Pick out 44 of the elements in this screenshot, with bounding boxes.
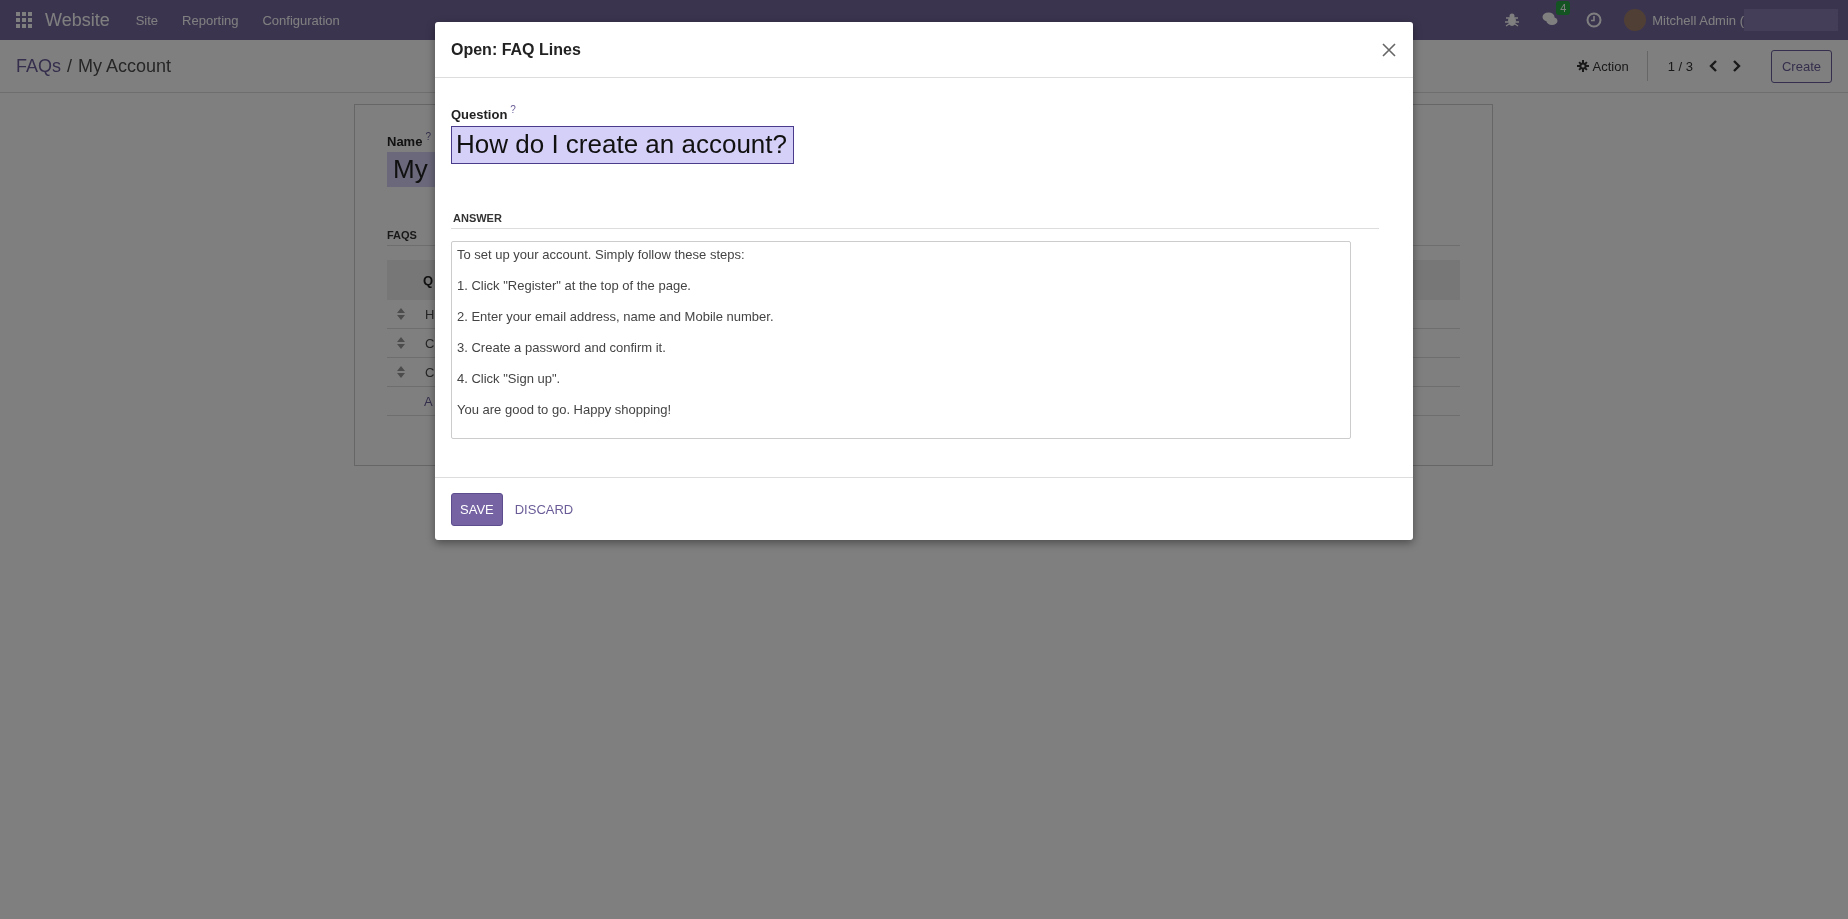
drag-handle-icon[interactable] <box>397 308 405 321</box>
table-cell[interactable]: C <box>425 364 435 380</box>
answer-line: You are good to go. Happy shopping! <box>457 401 673 420</box>
breadcrumb-current: My Account <box>78 55 172 77</box>
field-label: Question <box>451 107 508 123</box>
clock-icon[interactable] <box>1586 12 1603 28</box>
help-tooltip[interactable]: ? <box>425 131 431 142</box>
action-menu[interactable]: Action <box>1576 51 1648 81</box>
user-name[interactable]: Mitchell Admin ( <box>1652 12 1744 28</box>
breadcrumb-link[interactable]: FAQs <box>16 55 61 77</box>
answer-line: 4. Click "Sign up". <box>457 370 562 389</box>
answer-line: 1. Click "Register" at the top of the page. <box>457 277 692 296</box>
create-button[interactable]: Create <box>1770 49 1832 83</box>
pager-value[interactable]: 1 / 3 <box>1667 58 1693 74</box>
settings-icon <box>1576 60 1589 72</box>
menu-item[interactable]: Configuration <box>262 12 340 28</box>
message-count-badge: 4 <box>1556 1 1571 15</box>
chevron-left-icon[interactable] <box>1708 60 1719 72</box>
close-icon[interactable] <box>1381 41 1397 58</box>
drag-handle-icon[interactable] <box>397 366 405 379</box>
table-cell[interactable]: C <box>425 335 435 351</box>
menu-item[interactable]: Site <box>135 12 159 28</box>
help-tooltip[interactable]: ? <box>510 104 516 115</box>
breadcrumb-separator: / <box>67 55 73 77</box>
app-name[interactable]: Website <box>45 9 110 31</box>
field-label: Name <box>387 134 423 150</box>
section-heading: ANSWER <box>451 212 1379 230</box>
dialog-title: Open: FAQ Lines <box>451 40 581 59</box>
drag-handle-icon[interactable] <box>397 337 405 350</box>
chevron-right-icon[interactable] <box>1730 60 1741 72</box>
discard-button[interactable]: DISCARD <box>508 493 580 525</box>
answer-line: 3. Create a password and confirm it. <box>457 339 667 358</box>
answer-line: 2. Enter your email address, name and Mobile number. <box>457 308 775 327</box>
apps-menu-icon[interactable] <box>16 12 32 28</box>
save-button[interactable]: SAVE <box>451 492 503 526</box>
answer-line: To set up your account. Simply follow these steps: <box>457 246 746 265</box>
bug-icon[interactable] <box>1504 12 1521 28</box>
answer-field[interactable] <box>451 241 1351 440</box>
menu-item[interactable]: Reporting <box>182 12 239 28</box>
chat-icon[interactable] <box>1542 11 1559 27</box>
add-line-link[interactable]: A <box>387 393 433 409</box>
column-header[interactable]: Q <box>423 272 434 288</box>
question-field[interactable]: How do I create an account? <box>451 126 794 165</box>
table-cell[interactable]: H <box>425 306 435 322</box>
